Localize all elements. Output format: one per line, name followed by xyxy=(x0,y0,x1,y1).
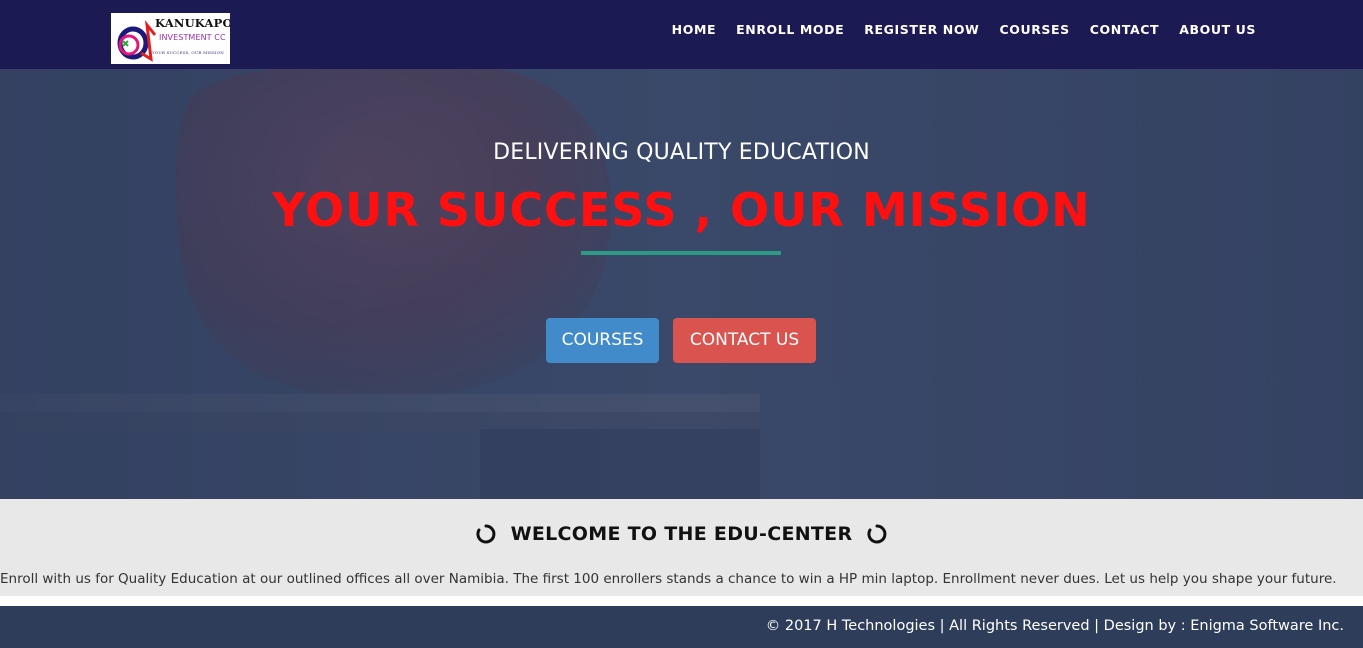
courses-button[interactable]: COURSES xyxy=(546,318,659,363)
footer-copyright: © 2017 H Technologies | All Rights Reser… xyxy=(765,618,1344,634)
hero-title: YOUR SUCCESS , OUR MISSION xyxy=(272,183,1091,237)
welcome-text: Enroll with us for Quality Education at … xyxy=(0,571,1337,587)
footer: © 2017 H Technologies | All Rights Reser… xyxy=(0,606,1363,648)
nav-about-us[interactable]: ABOUT US xyxy=(1159,22,1256,37)
spinner-icon xyxy=(866,523,888,545)
logo-tagline: YOUR SUCCESS, OUR MISSION xyxy=(152,50,224,55)
hero-banner: DELIVERING QUALITY EDUCATION YOUR SUCCES… xyxy=(0,69,1363,499)
hero-divider xyxy=(581,251,781,255)
hero-subtitle: DELIVERING QUALITY EDUCATION xyxy=(493,140,870,165)
nav-register-now[interactable]: REGISTER NOW xyxy=(844,22,979,37)
nav-contact[interactable]: CONTACT xyxy=(1070,22,1159,37)
kanukapo-logo[interactable]: KANUKAPO INVESTMENT CC YOUR SUCCESS, OUR… xyxy=(111,13,230,64)
welcome-section: WELCOME TO THE EDU-CENTER Enroll with us… xyxy=(0,499,1363,596)
nav-home[interactable]: HOME xyxy=(652,22,716,37)
welcome-title: WELCOME TO THE EDU-CENTER xyxy=(510,523,853,545)
navbar: KANUKAPO INVESTMENT CC YOUR SUCCESS, OUR… xyxy=(0,0,1363,69)
logo-title: KANUKAPO xyxy=(155,16,230,30)
nav-courses[interactable]: COURSES xyxy=(979,22,1069,37)
welcome-heading: WELCOME TO THE EDU-CENTER xyxy=(0,523,1363,545)
apple-on-books-photo xyxy=(0,69,1363,499)
contact-us-button[interactable]: CONTACT US xyxy=(673,318,816,363)
main-nav: HOME ENROLL MODE REGISTER NOW COURSES CO… xyxy=(652,22,1256,37)
logo-subtitle: INVESTMENT CC xyxy=(159,33,226,42)
nav-enroll-mode[interactable]: ENROLL MODE xyxy=(716,22,844,37)
spinner-icon xyxy=(475,523,497,545)
